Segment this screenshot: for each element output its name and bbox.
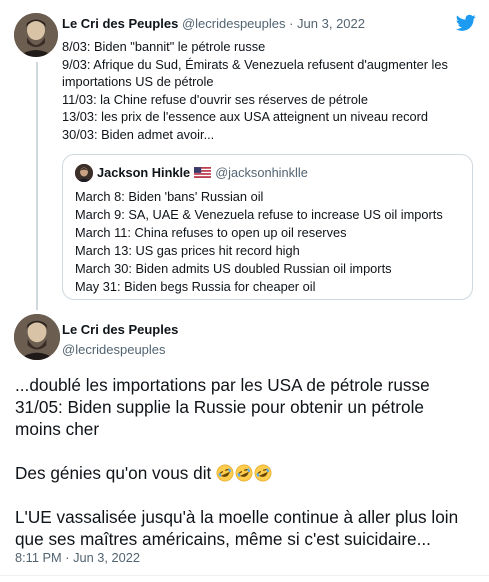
tweet2-emoji-line: Des génies qu'on vous dit [15, 462, 477, 484]
tweet1-line: 11/03: la Chine refuse d'ouvrir ses rése… [62, 91, 368, 107]
thread-connector-line [36, 62, 38, 310]
avatar-lecridespeuples[interactable] [14, 13, 58, 57]
quoted-line: March 9: SA, UAE & Venezuela refuse to i… [75, 207, 443, 222]
rolling-on-floor-laughing-emoji-icon [216, 464, 234, 482]
tweet1-line: 9/03: Afrique du Sud, Émirats & Venezuel… [62, 56, 448, 72]
tweet1-date[interactable]: Jun 3, 2022 [297, 16, 365, 31]
tweet2-text: ...doublé les importations par les USA d… [15, 374, 477, 550]
tweet2-line: que ses maîtres américains, même si c'es… [15, 529, 431, 549]
rolling-on-floor-laughing-emoji-icon [235, 464, 253, 482]
tweet2-timestamp[interactable]: 8:11 PM · Jun 3, 2022 [15, 550, 140, 565]
tweet1-dot: · [285, 16, 298, 31]
rolling-on-floor-laughing-emoji-icon [254, 464, 272, 482]
tweet1-line: 8/03: Biden "bannit" le pétrole russe [62, 39, 266, 54]
tweet1-header: Le Cri des Peuples @lecridespeuples · Ju… [62, 15, 365, 32]
avatar-jacksonhinkle [75, 164, 93, 182]
tweet2-line: 31/05: Biden supplie la Russie pour obte… [15, 397, 424, 417]
twitter-bird-icon[interactable] [456, 14, 476, 32]
tweet1-line: 13/03: les prix de l'essence aux USA att… [62, 109, 428, 125]
quoted-line: March 13: US gas prices hit record high [75, 243, 300, 258]
tweet1-line: importations US de pétrole [62, 74, 214, 90]
quoted-line: March 11: China refuses to open up oil r… [75, 225, 347, 240]
quoted-line: March 30: Biden admits US doubled Russia… [75, 261, 392, 276]
quoted-line: March 8: Biden 'bans' Russian oil [75, 189, 264, 204]
tweet2-line: Des génies qu'on vous dit [15, 463, 217, 483]
tweet2-line: ...doublé les importations par les USA d… [15, 375, 430, 395]
divider [0, 575, 489, 576]
avatar-lecridespeuples-main[interactable] [14, 314, 60, 360]
tweet2-line: L'UE vassalisée jusqu'à la moelle contin… [15, 507, 459, 527]
quoted-text: March 8: Biden 'bans' Russian oil March … [75, 188, 443, 296]
quoted-tweet-card[interactable]: Jackson Hinkle @jacksonhinklle March 8: … [62, 154, 473, 300]
quoted-header: Jackson Hinkle @jacksonhinklle [97, 165, 308, 181]
tweet2-line: moins cher [15, 419, 100, 439]
us-flag-icon [194, 167, 212, 178]
tweet2-display-name[interactable]: Le Cri des Peuples [62, 322, 178, 337]
tweet1-line: 30/03: Biden admet avoir... [62, 126, 215, 142]
tweet1-display-name[interactable]: Le Cri des Peuples [62, 16, 178, 31]
quoted-display-name: Jackson Hinkle [97, 165, 191, 180]
tweet2-handle[interactable]: @lecridespeuples [62, 342, 166, 357]
quoted-line: May 31: Biden begs Russia for cheaper oi… [75, 279, 316, 294]
tweet1-handle[interactable]: @lecridespeuples [182, 16, 286, 31]
tweet1-text: 8/03: Biden "bannit" le pétrole russe 9/… [62, 38, 472, 144]
quoted-handle: @jacksonhinklle [215, 165, 308, 180]
